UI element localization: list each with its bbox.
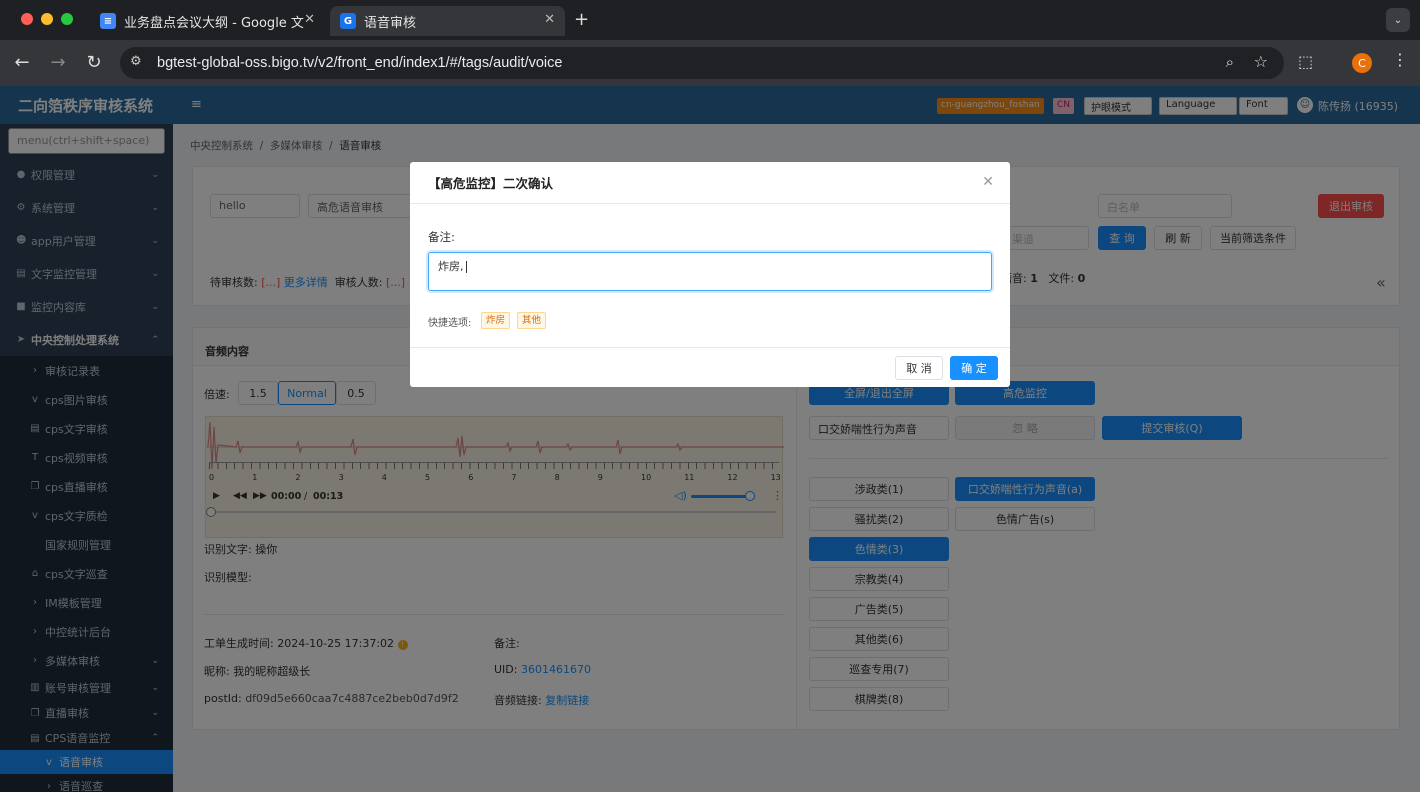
close-tab-icon[interactable]: ✕ [544, 12, 555, 27]
address-bar[interactable]: ⚙ bgtest-global-oss.bigo.tv/v2/front_end… [120, 47, 1284, 79]
maximize-window-button[interactable] [61, 13, 73, 25]
browser-tab-voice[interactable]: G 语音审核 ✕ [330, 6, 565, 36]
google-docs-icon: ≡ [100, 13, 116, 29]
back-icon[interactable]: ← [11, 52, 33, 73]
minimize-window-button[interactable] [41, 13, 53, 25]
tab-title: 业务盘点会议大纲 - Google 文 [124, 15, 304, 31]
zoom-icon[interactable]: ⌕ [1226, 53, 1234, 71]
bookmark-star-icon[interactable]: ☆ [1254, 52, 1268, 71]
quick-option-bomb[interactable]: 炸房 [481, 312, 511, 329]
close-icon[interactable]: ✕ [982, 174, 994, 190]
site-info-icon[interactable]: ⚙ [130, 54, 142, 69]
g-favicon: G [340, 13, 356, 29]
extensions-icon[interactable]: ⬚ [1298, 52, 1313, 71]
remark-textarea[interactable]: 炸房, [428, 252, 992, 291]
reload-icon[interactable]: ↻ [83, 52, 105, 73]
app-page: 二向箔秩序审核系统 menu(ctrl+shift+space) ●权限管理⌄ … [0, 86, 1420, 792]
address-bar-row: ← → ↻ ⚙ bgtest-global-oss.bigo.tv/v2/fro… [0, 40, 1420, 86]
close-window-button[interactable] [21, 13, 33, 25]
close-tab-icon[interactable]: ✕ [304, 12, 315, 27]
browser-menu-icon[interactable]: ⋮ [1392, 50, 1408, 69]
remark-label: 备注: [428, 230, 455, 244]
tab-search-icon[interactable]: ⌄ [1386, 8, 1410, 32]
dialog-title: 【高危监控】二次确认 [410, 162, 1010, 204]
forward-icon[interactable]: → [47, 52, 69, 73]
dialog-footer: 取 消 确 定 [410, 347, 1010, 387]
quick-option-other[interactable]: 其他 [517, 312, 547, 329]
confirm-dialog: 【高危监控】二次确认 ✕ 备注: 炸房, 快捷选项: 炸房 其他 取 消 确 定 [410, 162, 1010, 387]
profile-avatar[interactable]: C [1352, 53, 1372, 73]
quick-options-label: 快捷选项: [428, 318, 472, 329]
new-tab-icon[interactable]: + [574, 9, 589, 30]
url-text: bgtest-global-oss.bigo.tv/v2/front_end/i… [157, 55, 563, 71]
cancel-button[interactable]: 取 消 [895, 356, 943, 380]
browser-tab-docs[interactable]: ≡ 业务盘点会议大纲 - Google 文 ✕ [90, 6, 325, 36]
tab-title: 语音审核 [364, 15, 417, 31]
text-cursor [465, 261, 467, 273]
confirm-button[interactable]: 确 定 [950, 356, 998, 380]
browser-tabbar: ≡ 业务盘点会议大纲 - Google 文 ✕ G 语音审核 ✕ + ⌄ [0, 0, 1420, 40]
